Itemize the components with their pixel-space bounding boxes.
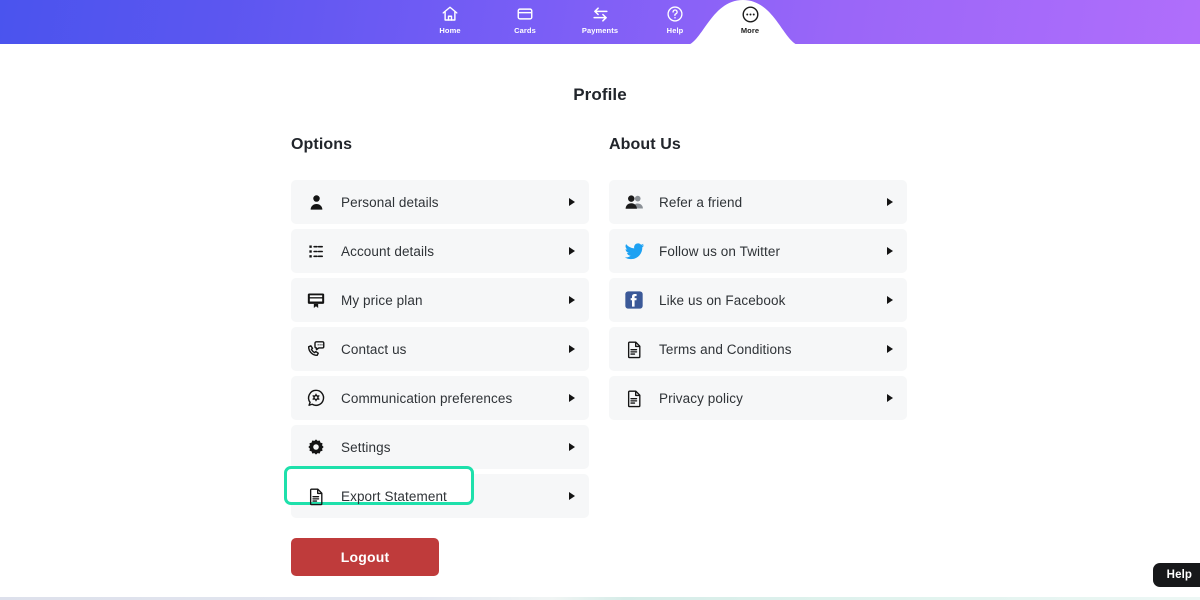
about-row-refer-a-friend[interactable]: Refer a friend xyxy=(609,180,907,224)
about-us-column: About Us Refer a friend Follow us on Twi… xyxy=(609,136,907,425)
chevron-right-icon xyxy=(569,492,575,500)
option-label: Account details xyxy=(341,243,435,259)
chevron-right-icon xyxy=(569,296,575,304)
question-circle-icon xyxy=(665,4,685,24)
about-label: Terms and Conditions xyxy=(659,341,792,357)
nav-item-cards[interactable]: Cards xyxy=(488,0,563,44)
about-label: Follow us on Twitter xyxy=(659,243,781,259)
option-label: Communication preferences xyxy=(341,390,513,406)
about-row-terms-and-conditions[interactable]: Terms and Conditions xyxy=(609,327,907,371)
option-label: My price plan xyxy=(341,292,423,308)
about-us-heading: About Us xyxy=(609,136,681,153)
option-label: Settings xyxy=(341,439,391,455)
chevron-right-icon xyxy=(887,247,893,255)
options-column: Options Personal details Account details… xyxy=(284,136,589,523)
option-row-export-statement[interactable]: Export Statement xyxy=(284,466,589,518)
chevron-right-icon xyxy=(569,394,575,402)
nav-items: Home Cards Payments Help More xyxy=(0,0,1200,44)
nav-item-payments[interactable]: Payments xyxy=(563,0,638,44)
nav-item-help[interactable]: Help xyxy=(638,0,713,44)
option-label: Export Statement xyxy=(341,488,447,504)
person-icon xyxy=(304,190,328,214)
nav-label-home: Home xyxy=(439,26,461,35)
page-title: Profile xyxy=(573,85,627,104)
nav-item-home[interactable]: Home xyxy=(413,0,488,44)
price-plan-icon xyxy=(304,288,328,312)
option-row-contact-us[interactable]: Contact us xyxy=(291,327,589,371)
about-label: Refer a friend xyxy=(659,194,743,210)
twitter-icon xyxy=(622,239,646,263)
option-row-my-price-plan[interactable]: My price plan xyxy=(291,278,589,322)
top-navigation-bar: Home Cards Payments Help More xyxy=(0,0,1200,46)
list-icon xyxy=(304,239,328,263)
option-label: Contact us xyxy=(341,341,407,357)
nav-label-more: More xyxy=(740,26,760,35)
ellipsis-circle-icon xyxy=(740,4,760,24)
chat-gear-icon xyxy=(304,386,328,410)
about-row-twitter[interactable]: Follow us on Twitter xyxy=(609,229,907,273)
chevron-right-icon xyxy=(887,345,893,353)
nav-label-payments: Payments xyxy=(581,26,619,35)
about-row-privacy-policy[interactable]: Privacy policy xyxy=(609,376,907,420)
gear-icon xyxy=(304,435,328,459)
option-row-account-details[interactable]: Account details xyxy=(291,229,589,273)
chevron-right-icon xyxy=(569,198,575,206)
about-label: Like us on Facebook xyxy=(659,292,786,308)
card-icon xyxy=(515,4,535,24)
transfer-icon xyxy=(590,4,610,24)
two-people-icon xyxy=(622,190,646,214)
chevron-right-icon xyxy=(569,443,575,451)
options-rows: Personal details Account details My pric… xyxy=(284,180,589,518)
chevron-right-icon xyxy=(569,345,575,353)
chevron-right-icon xyxy=(887,198,893,206)
option-row-settings[interactable]: Settings xyxy=(291,425,589,469)
phone-chat-icon xyxy=(304,337,328,361)
nav-item-more[interactable]: More xyxy=(713,0,788,44)
document-icon xyxy=(622,386,646,410)
facebook-icon xyxy=(622,288,646,312)
chevron-right-icon xyxy=(887,394,893,402)
about-us-rows: Refer a friend Follow us on Twitter Like… xyxy=(609,180,907,420)
logout-button[interactable]: Logout xyxy=(291,538,439,576)
options-heading: Options xyxy=(291,136,353,153)
chevron-right-icon xyxy=(569,247,575,255)
about-row-facebook[interactable]: Like us on Facebook xyxy=(609,278,907,322)
option-row-personal-details[interactable]: Personal details xyxy=(291,180,589,224)
option-label: Personal details xyxy=(341,194,439,210)
about-label: Privacy policy xyxy=(659,390,743,406)
document-icon xyxy=(304,484,328,508)
nav-label-cards: Cards xyxy=(514,26,536,35)
home-icon xyxy=(440,4,460,24)
help-widget-button[interactable]: Help xyxy=(1152,563,1200,587)
option-row-communication-preferences[interactable]: Communication preferences xyxy=(291,376,589,420)
chevron-right-icon xyxy=(887,296,893,304)
nav-label-help: Help xyxy=(666,26,684,35)
document-icon xyxy=(622,337,646,361)
